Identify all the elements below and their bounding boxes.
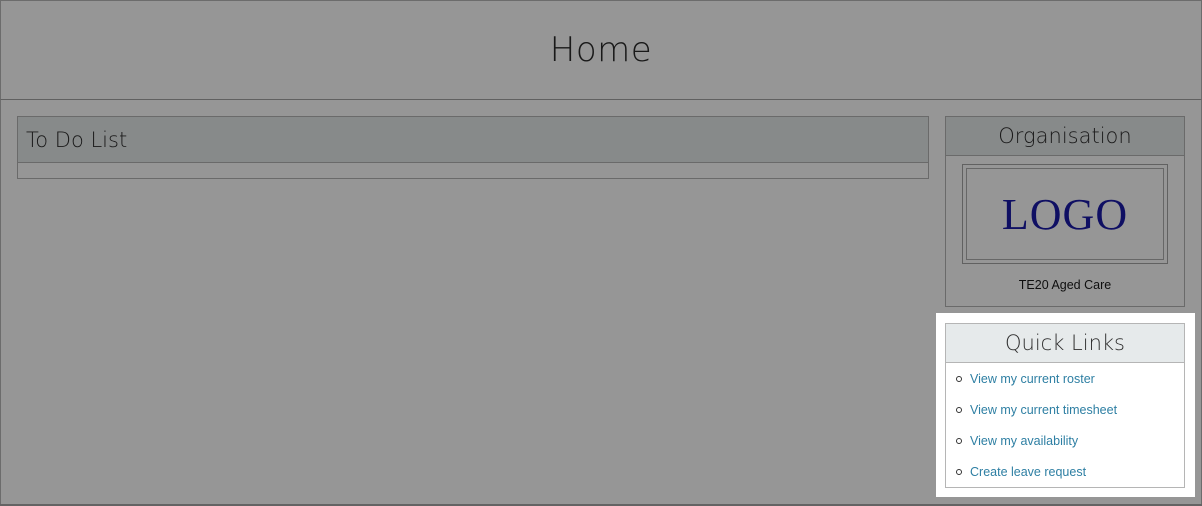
- list-item: View my current roster: [946, 363, 1184, 394]
- quick-links-panel: Quick Links View my current roster View …: [945, 323, 1185, 488]
- view-roster-link[interactable]: View my current roster: [970, 372, 1095, 386]
- organisation-panel: Organisation LOGO TE20 Aged Care: [945, 116, 1185, 307]
- bullet-icon: [956, 375, 962, 382]
- page-title: Home: [549, 30, 653, 70]
- quick-links-list: View my current roster View my current t…: [946, 363, 1184, 487]
- bullet-icon: [956, 468, 962, 475]
- logo-frame: LOGO: [966, 168, 1164, 260]
- organisation-logo: LOGO: [962, 164, 1168, 264]
- organisation-title: Organisation: [946, 117, 1184, 156]
- list-item: View my current timesheet: [946, 394, 1184, 425]
- bullet-icon: [956, 437, 962, 444]
- view-availability-link[interactable]: View my availability: [970, 434, 1078, 448]
- todo-list-panel: To Do List: [17, 116, 929, 179]
- page-header: Home: [0, 0, 1202, 100]
- create-leave-request-link[interactable]: Create leave request: [970, 465, 1086, 479]
- frame-border-left: [0, 100, 1, 506]
- list-item: View my availability: [946, 425, 1184, 456]
- list-item: Create leave request: [946, 456, 1184, 487]
- organisation-name: TE20 Aged Care: [1018, 278, 1112, 292]
- todo-list-title: To Do List: [18, 117, 928, 163]
- bullet-icon: [956, 406, 962, 413]
- quick-links-title: Quick Links: [946, 324, 1184, 363]
- view-timesheet-link[interactable]: View my current timesheet: [970, 403, 1117, 417]
- logo-text: LOGO: [1001, 189, 1129, 239]
